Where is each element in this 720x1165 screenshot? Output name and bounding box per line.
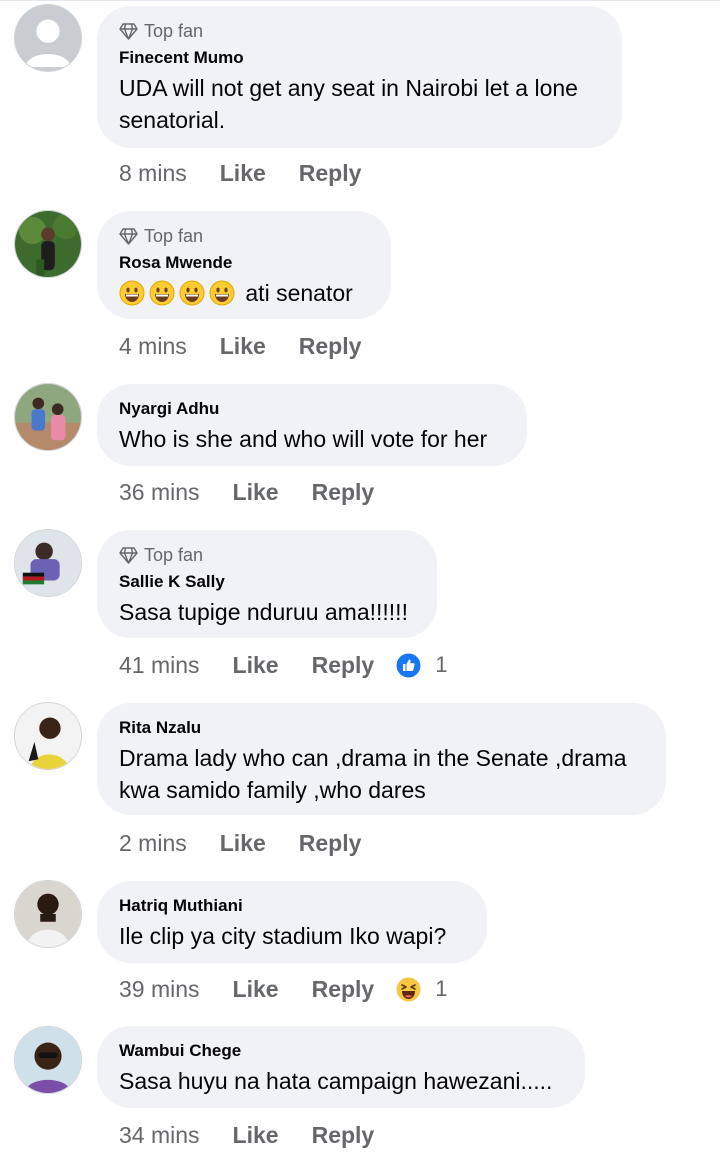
comment-author[interactable]: Sallie K Sally — [119, 571, 415, 593]
reply-button[interactable]: Reply — [312, 976, 375, 1003]
comment-author[interactable]: Rita Nzalu — [119, 717, 644, 739]
avatar[interactable] — [14, 702, 82, 770]
like-button[interactable]: Like — [220, 333, 266, 360]
comment-actions: 36 mins Like Reply — [119, 476, 374, 508]
like-button[interactable]: Like — [233, 652, 279, 679]
comment-bubble: Wambui Chege Sasa huyu na hata campaign … — [97, 1026, 585, 1108]
comment-time[interactable]: 36 mins — [119, 479, 200, 506]
comment-bubble: Hatriq Muthiani Ile clip ya city stadium… — [97, 881, 487, 963]
grinning-emoji-icon — [209, 280, 235, 306]
avatar[interactable] — [14, 383, 82, 451]
reply-button[interactable]: Reply — [299, 333, 362, 360]
comment-text: ati senator — [119, 277, 369, 309]
reaction-count: 1 — [435, 976, 448, 1001]
comment-time[interactable]: 34 mins — [119, 1122, 200, 1149]
reaction-summary[interactable]: 1 — [396, 652, 447, 678]
diamond-icon — [119, 546, 138, 564]
comment-bubble: Top fan Rosa Mwende ati senator — [97, 211, 391, 319]
comment-text: Sasa tupige nduruu ama!!!!!! — [119, 599, 408, 625]
reply-button[interactable]: Reply — [299, 830, 362, 857]
top-fan-badge: Top fan — [119, 225, 369, 247]
like-reaction-icon — [396, 653, 421, 677]
reply-button[interactable]: Reply — [299, 160, 362, 187]
comment-text: Ile clip ya city stadium Iko wapi? — [119, 923, 447, 949]
top-fan-badge: Top fan — [119, 544, 415, 566]
comment-actions: 34 mins Like Reply — [119, 1119, 374, 1151]
comment-text: Who is she and who will vote for her — [119, 426, 488, 452]
top-fan-badge: Top fan — [119, 20, 600, 42]
like-button[interactable]: Like — [233, 479, 279, 506]
reply-button[interactable]: Reply — [312, 652, 375, 679]
haha-reaction-icon — [396, 977, 421, 1001]
avatar[interactable] — [14, 529, 82, 597]
comment-author[interactable]: Nyargi Adhu — [119, 398, 505, 420]
comment-time[interactable]: 2 mins — [119, 830, 187, 857]
avatar[interactable] — [14, 880, 82, 948]
comment-actions: 4 mins Like Reply — [119, 330, 361, 362]
comment-author[interactable]: Wambui Chege — [119, 1040, 563, 1062]
like-button[interactable]: Like — [233, 976, 279, 1003]
comment-bubble: Nyargi Adhu Who is she and who will vote… — [97, 384, 527, 466]
diamond-icon — [119, 227, 138, 245]
comment-time[interactable]: 41 mins — [119, 652, 200, 679]
grinning-emoji-icon — [149, 280, 175, 306]
comment-author[interactable]: Finecent Mumo — [119, 47, 600, 69]
comment-actions: 8 mins Like Reply — [119, 157, 361, 189]
like-button[interactable]: Like — [233, 1122, 279, 1149]
avatar[interactable] — [14, 210, 82, 278]
reaction-count: 1 — [435, 652, 448, 677]
grinning-emoji-icon — [119, 280, 145, 306]
comment-author[interactable]: Rosa Mwende — [119, 252, 369, 274]
reaction-summary[interactable]: 1 — [396, 976, 447, 1002]
comment-bubble: Rita Nzalu Drama lady who can ,drama in … — [97, 703, 666, 815]
comment-time[interactable]: 4 mins — [119, 333, 187, 360]
grinning-emoji-icon — [179, 280, 205, 306]
diamond-icon — [119, 22, 138, 40]
comment-text: Drama lady who can ,drama in the Senate … — [119, 745, 627, 803]
comment-actions: 41 mins Like Reply 1 — [119, 649, 447, 681]
comment-bubble: Top fan Sallie K Sally Sasa tupige nduru… — [97, 530, 437, 638]
like-button[interactable]: Like — [220, 160, 266, 187]
comment-text: UDA will not get any seat in Nairobi let… — [119, 75, 578, 133]
avatar[interactable] — [14, 4, 82, 72]
grinning-emoji-row — [119, 277, 239, 309]
comment-text: Sasa huyu na hata campaign hawezani..... — [119, 1068, 553, 1094]
comment-bubble: Top fan Finecent Mumo UDA will not get a… — [97, 6, 622, 148]
comment-time[interactable]: 39 mins — [119, 976, 200, 1003]
comment-actions: 39 mins Like Reply 1 — [119, 973, 447, 1005]
reply-button[interactable]: Reply — [312, 479, 375, 506]
like-button[interactable]: Like — [220, 830, 266, 857]
comment-actions: 2 mins Like Reply — [119, 827, 361, 859]
reply-button[interactable]: Reply — [312, 1122, 375, 1149]
avatar[interactable] — [14, 1026, 82, 1094]
comment-author[interactable]: Hatriq Muthiani — [119, 895, 465, 917]
comment-time[interactable]: 8 mins — [119, 160, 187, 187]
